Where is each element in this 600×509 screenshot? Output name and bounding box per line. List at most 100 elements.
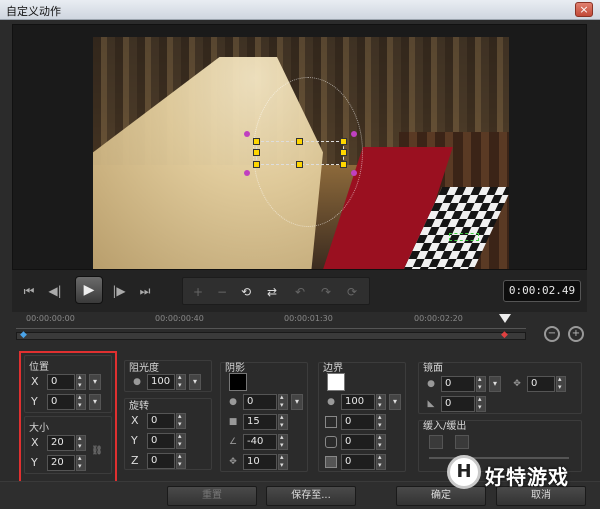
rotation-z-input[interactable]: 0 [147,453,175,469]
move-left-icon[interactable]: ↶ [291,283,309,301]
timeline-ruler [16,328,526,329]
ease-out-icon[interactable] [455,435,469,449]
ease-title: 缓入/缓出 [423,421,467,432]
mirror-opacity-input[interactable]: 0 [441,376,475,392]
video-preview[interactable] [93,37,509,269]
opacity-dropdown[interactable]: ▾ [189,374,201,390]
watermark-logo-icon: H [447,455,481,489]
border-opacity-dropdown[interactable]: ▾ [389,394,401,410]
opacity-panel: 阻光度 ● 100 ▾ [124,360,212,392]
zoom-in-icon[interactable]: + [568,326,584,342]
mirror-distance-spinner[interactable] [476,395,486,412]
close-icon[interactable]: × [575,2,593,17]
border-corner-spinner[interactable] [376,453,386,470]
reset-icon[interactable]: ⟳ [343,283,361,301]
shadow-size-spinner[interactable] [278,413,288,430]
shadow-panel: 阴影 ● 0 ▾ ■ 15 ∠ -40 ✥ 10 [220,362,308,472]
resize-handle[interactable] [253,161,260,168]
play-button[interactable]: ▶ [75,276,103,304]
go-to-start-icon[interactable]: ⏮ [18,280,40,302]
rotation-x-spinner[interactable] [176,412,186,429]
shadow-opacity-dropdown[interactable]: ▾ [291,394,303,410]
rotate-handle[interactable] [244,170,250,176]
mirror-opacity-spinner[interactable] [476,375,486,392]
end-keyframe-icon[interactable]: ◆ [501,330,508,340]
resize-handle[interactable] [296,138,303,145]
end-position-box[interactable] [449,233,479,241]
border-blur-input[interactable]: 0 [341,434,375,450]
border-width-icon [325,416,337,428]
zoom-out-icon[interactable]: − [544,326,560,342]
next-frame-icon[interactable]: |▶ [108,280,130,302]
remove-keyframe-icon[interactable]: − [213,283,231,301]
window-title: 自定义动作 [6,5,61,18]
reset-button[interactable]: 重置 [167,486,257,506]
resize-handle[interactable] [253,149,260,156]
add-keyframe-icon[interactable]: + [189,283,207,301]
ease-in-icon[interactable] [429,435,443,449]
timecode-display[interactable]: 0:00:02.49 [503,280,581,302]
border-panel: 边界 ● 100 ▾ 0 0 0 [318,362,406,472]
rotate-handle[interactable] [351,131,357,137]
rotation-z-label: Z [131,454,139,467]
border-width-spinner[interactable] [376,413,386,430]
title-bar: 自定义动作 × [0,0,600,20]
shadow-color-swatch[interactable] [229,373,247,391]
rotation-y-spinner[interactable] [176,432,186,449]
rotate-handle[interactable] [351,170,357,176]
prev-frame-icon[interactable]: ◀| [44,280,66,302]
time-tick: 00:00:02:20 [414,314,463,323]
keyframe-toolbar: + − ⟲ ⇄ ↶ ↷ ⟳ [182,277,370,305]
angle-icon: ∠ [228,437,238,447]
shadow-opacity-input[interactable]: 0 [243,394,277,410]
border-corner-icon [325,456,337,468]
resize-handle[interactable] [340,138,347,145]
timeline-track[interactable] [16,332,526,340]
move-right-icon[interactable]: ↷ [317,283,335,301]
start-keyframe-icon[interactable]: ◆ [20,330,27,340]
mirror-offset-spinner[interactable] [556,375,566,392]
shadow-angle-spinner[interactable] [278,433,288,450]
rotate-handle[interactable] [244,131,250,137]
rotation-title: 旋转 [129,401,149,412]
border-width-input[interactable]: 0 [341,414,375,430]
save-to-button[interactable]: 保存至... [266,486,356,506]
shadow-opacity-icon: ● [229,397,237,407]
border-opacity-input[interactable]: 100 [341,394,375,410]
resize-handle[interactable] [340,149,347,156]
go-to-end-icon[interactable]: ⏭ [134,280,156,302]
mirror-distance-input[interactable]: 0 [441,396,475,412]
reverse-icon[interactable]: ⟲ [237,283,255,301]
resize-handle[interactable] [253,138,260,145]
time-tick: 00:00:00:00 [26,314,75,323]
rotation-z-spinner[interactable] [176,452,186,469]
shadow-opacity-spinner[interactable] [278,393,288,410]
time-tick: 00:00:00:40 [155,314,204,323]
rotation-y-input[interactable]: 0 [147,433,175,449]
shadow-distance-input[interactable]: 10 [243,454,277,470]
site-watermark: H 好特游戏 [447,455,597,491]
shadow-size-input[interactable]: 15 [243,414,277,430]
mirror-offset-input[interactable]: 0 [527,376,555,392]
time-tick: 00:00:01:30 [284,314,333,323]
border-corner-input[interactable]: 0 [341,454,375,470]
resize-handle[interactable] [340,161,347,168]
playhead[interactable] [499,314,511,323]
opacity-spinner[interactable] [176,373,186,390]
resize-handle[interactable] [296,161,303,168]
shadow-distance-spinner[interactable] [278,453,288,470]
border-color-swatch[interactable] [327,373,345,391]
timeline[interactable]: 00:00:00:00 00:00:00:40 00:00:01:30 00:0… [12,314,587,344]
border-blur-icon [325,436,337,448]
swap-icon[interactable]: ⇄ [263,283,281,301]
border-opacity-spinner[interactable] [376,393,386,410]
shadow-size-icon: ■ [228,417,238,427]
opacity-title: 阻光度 [129,363,159,374]
shadow-angle-input[interactable]: -40 [243,434,277,450]
preview-frame [12,24,587,270]
mirror-opacity-dropdown[interactable]: ▾ [489,376,501,392]
shadow-title: 阴影 [225,363,245,374]
border-blur-spinner[interactable] [376,433,386,450]
rotation-x-input[interactable]: 0 [147,413,175,429]
opacity-input[interactable]: 100 [147,374,175,390]
